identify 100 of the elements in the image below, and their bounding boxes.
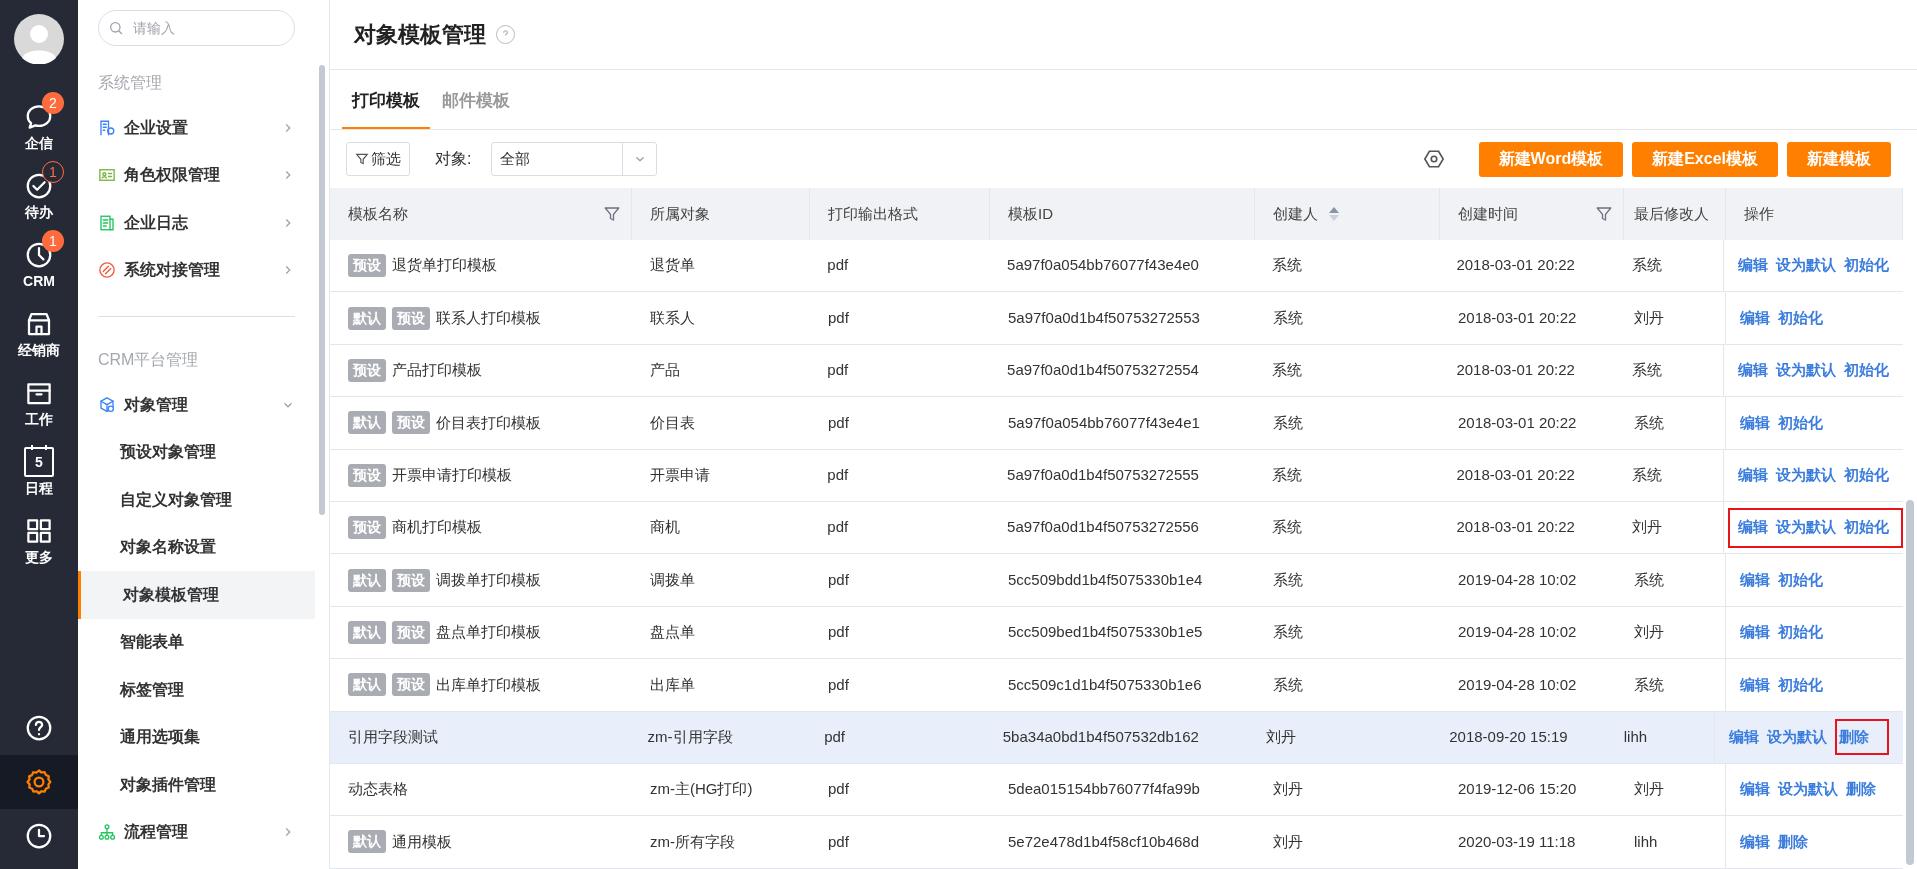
table-cell-text: 5e72e478d1b4f58cf10b468d [1008,831,1200,852]
table-cell-text: 系统 [1271,517,1302,538]
action-link[interactable]: 编辑 [1740,614,1770,651]
table-cell-text: pdf [827,465,849,485]
action-link[interactable]: 设为默认 [1776,247,1836,284]
template-name: 开票申请打印模板 [392,465,512,485]
table-row[interactable]: 动态表格 zm-主(HG打印) pdf 5dea015154bb76077f4fa99b 刘丹 2019-12-06 15:20 刘丹 编辑 设为默认 删除 [330,763,1903,817]
action-link[interactable]: 编辑 [1738,457,1768,494]
tag: 预设 [392,673,430,697]
table-cell-text: 刘丹 [1634,622,1664,643]
action-link[interactable]: 编辑 [1740,404,1770,441]
table-row[interactable]: 默认 预设 出库单打印模板 出库单 pdf 5cc509c1d1b4f5075330b1e6 系统 2019-04-28 10:02 系统 编辑 初始化 [330,659,1903,712]
table-row[interactable]: 预设 商机打印模板 商机 pdf 5a97f0a0d1b4f50753272556 系统 2018-03-01 20:22 刘丹 编辑 设为默认 初始化 [330,501,1903,555]
menu-item[interactable]: 企业日志 [98,199,295,247]
calendar-icon: 5 [24,447,54,477]
action-link[interactable]: 删除 [1835,719,1889,756]
table-cell-text: 系统 [1632,360,1663,381]
table-row[interactable]: 默认 通用模板 zm-所有字段 pdf 5e72e478d1b4f58cf10b468d 刘丹 2020-03-19 11:18 lihh 编辑 删除 [330,816,1903,869]
table-row[interactable]: 预设 开票申请打印模板 开票申请 pdf 5a97f0a0d1b4f50753272555 系统 2018-03-01 20:22 系统 编辑 设为默认 初始化 [330,449,1903,502]
table-cell-text: 系统 [1634,412,1664,433]
action-link[interactable]: 初始化 [1844,509,1889,546]
avatar[interactable] [14,14,64,64]
nav-label[interactable]: CRM [23,272,55,290]
grid-icon [24,516,54,546]
action-link[interactable]: 编辑 [1740,824,1770,860]
search-field[interactable]: 请输入 [98,10,295,46]
nav-label[interactable]: 更多 [25,548,53,566]
action-link[interactable]: 初始化 [1778,614,1823,651]
submenu-item[interactable]: 智能表单 [78,618,315,666]
submenu-item[interactable]: 通用选项集 [78,713,315,761]
action-link[interactable]: 初始化 [1778,300,1823,337]
building-icon [98,118,116,137]
menu-item[interactable]: 角色权限管理 [98,151,295,199]
sort-icon[interactable] [1328,206,1340,222]
menu-item[interactable]: 流程管理 [98,808,295,856]
table-row[interactable]: 预设 退货单打印模板 退货单 pdf 5a97f0a054bb76077f43e4e0 系统 2018-03-01 20:22 系统 编辑 设为默认 初始化 [330,240,1903,293]
submenu-item[interactable]: 对象名称设置 [78,523,315,571]
table-cell-text: pdf [827,517,849,538]
action-link[interactable]: 设为默认 [1778,771,1838,808]
action-link[interactable]: 初始化 [1778,666,1823,703]
action-link[interactable]: 初始化 [1844,247,1889,284]
action-link[interactable]: 初始化 [1778,404,1823,441]
scrollbar[interactable] [319,65,325,515]
document-icon [98,213,116,232]
submenu-item[interactable]: 预设对象管理 [78,428,315,476]
template-name: 价目表打印模板 [436,412,541,433]
action-link[interactable]: 编辑 [1738,509,1768,546]
menu-item[interactable]: 对象管理 [98,381,295,429]
table-cell-text: 5a97f0a054bb76077f43e4e1 [1008,412,1200,433]
tab[interactable]: 打印模板 [342,70,430,129]
menu-item[interactable]: 系统对接管理 [98,246,295,294]
tag: 预设 [392,411,430,435]
table-cell-text: 联系人 [650,307,695,328]
action-link[interactable]: 初始化 [1844,352,1889,389]
menu-item[interactable]: 企业设置 [98,104,295,152]
action-link[interactable]: 设为默认 [1776,352,1836,389]
action-link[interactable]: 删除 [1778,824,1808,860]
table-row[interactable]: 默认 预设 盘点单打印模板 盘点单 pdf 5cc509bed1b4f5075330b1e5 系统 2019-04-28 10:02 刘丹 编辑 初始化 [330,606,1903,660]
table-cell-text: 2018-03-01 20:22 [1456,255,1575,276]
submenu-item[interactable]: 自定义对象管理 [78,476,315,524]
settings-icon [24,767,54,797]
action-link[interactable]: 设为默认 [1767,719,1827,756]
action-link[interactable]: 编辑 [1740,562,1770,599]
tag: 默认 [348,673,386,697]
table-row[interactable]: 默认 预设 联系人打印模板 联系人 pdf 5a97f0a0d1b4f50753272553 系统 2018-03-01 20:22 刘丹 编辑 初始化 [330,292,1903,345]
submenu-item[interactable]: 对象插件管理 [78,761,315,809]
action-link[interactable]: 初始化 [1844,457,1889,494]
table-cell-text: 价目表 [650,412,695,433]
action-link[interactable]: 删除 [1846,771,1876,808]
table-row[interactable]: 引用字段测试 zm-引用字段 pdf 5ba34a0bd1b4f507532db162 刘丹 2018-09-20 15:19 lihh 编辑 设为默认 删除 [330,711,1903,764]
action-link[interactable]: 编辑 [1740,666,1770,703]
table-row[interactable]: 默认 预设 价目表打印模板 价目表 pdf 5a97f0a054bb76077f43e4e1 系统 2018-03-01 20:22 系统 编辑 初始化 [330,397,1903,450]
table-row[interactable]: 默认 预设 调拨单打印模板 调拨单 pdf 5cc509bdd1b4f5075330b1e4 系统 2019-04-28 10:02 系统 编辑 初始化 [330,554,1903,607]
submenu-item[interactable]: 对象模板管理 [78,571,315,619]
table-cell-text: 2019-04-28 10:02 [1458,569,1577,590]
action-link[interactable]: 编辑 [1738,247,1768,284]
nav-label[interactable]: 待办 [25,203,53,221]
nav-button[interactable] [0,755,78,809]
filter-icon[interactable] [603,205,621,223]
action-link[interactable]: 初始化 [1778,562,1823,599]
action-link[interactable]: 编辑 [1729,719,1759,756]
submenu-item[interactable]: 标签管理 [78,666,315,714]
settings-icon[interactable] [1422,148,1445,170]
action-link[interactable]: 编辑 [1740,300,1770,337]
table-row[interactable]: 预设 产品打印模板 产品 pdf 5a97f0a0d1b4f50753272554 系统 2018-03-01 20:22 系统 编辑 设为默认 初始化 [330,344,1903,398]
action-link[interactable]: 设为默认 [1776,457,1836,494]
table-cell-text: 系统 [1273,569,1303,590]
nav-label[interactable]: 日程 [25,479,53,497]
action-link[interactable]: 设为默认 [1776,509,1836,546]
object-select[interactable]: 全部 [491,142,658,176]
filter-button[interactable]: 筛选 [346,142,410,176]
nav-label[interactable]: 经销商 [18,341,60,359]
tag: 默认 [348,620,386,644]
action-link[interactable]: 编辑 [1738,352,1768,389]
scrollbar[interactable] [1906,500,1914,865]
filter-icon[interactable] [1595,205,1613,223]
nav-label[interactable]: 企信 [25,134,53,152]
nav-label[interactable]: 工作 [25,410,53,428]
action-link[interactable]: 编辑 [1740,771,1770,808]
table-cell-text: 2019-04-28 10:02 [1458,674,1577,695]
